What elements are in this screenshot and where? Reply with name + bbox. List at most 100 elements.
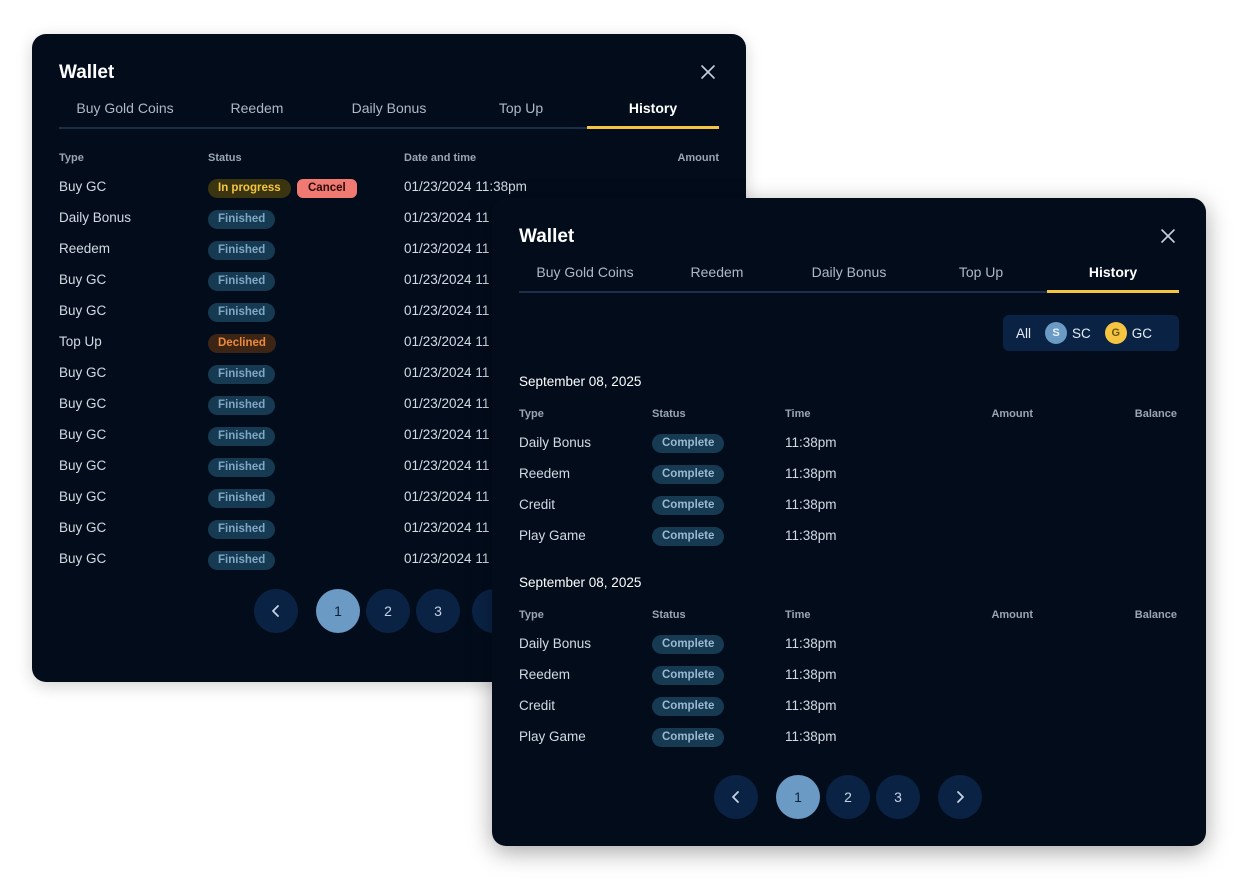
- tab-history[interactable]: History: [1047, 258, 1179, 293]
- row-datetime: 01/23/2024 11: [404, 396, 490, 411]
- status-badge: In progress: [208, 179, 291, 198]
- column-header-time: Time: [785, 408, 811, 420]
- row-type: Daily Bonus: [59, 210, 132, 225]
- filter-sc[interactable]: S SC: [1045, 322, 1091, 344]
- group-date: September 08, 2025: [519, 575, 642, 590]
- column-header-time: Time: [785, 609, 811, 621]
- row-time: 11:38pm: [785, 667, 837, 682]
- row-type: Buy GC: [59, 179, 107, 194]
- cancel-button[interactable]: Cancel: [297, 179, 357, 198]
- page-button-2[interactable]: 2: [826, 775, 870, 819]
- row-datetime: 01/23/2024 11: [404, 427, 490, 442]
- tab-history[interactable]: History: [587, 94, 719, 129]
- row-datetime: 01/23/2024 11: [404, 489, 490, 504]
- row-time: 11:38pm: [785, 466, 837, 481]
- row-time: 11:38pm: [785, 497, 837, 512]
- row-time: 11:38pm: [785, 636, 837, 651]
- wallet-panel-front: Wallet Buy Gold Coins Reedem Daily Bonus…: [492, 198, 1206, 846]
- column-header-status: Status: [652, 408, 686, 420]
- page-button-3[interactable]: 3: [876, 775, 920, 819]
- row-type: Buy GC: [59, 365, 107, 380]
- status-badge: Finished: [208, 427, 276, 446]
- row-type: Buy GC: [59, 458, 107, 473]
- prev-page-button[interactable]: [254, 589, 298, 633]
- row-type: Buy GC: [59, 551, 107, 566]
- row-type: Reedem: [519, 667, 571, 682]
- status-badge: Complete: [652, 496, 725, 515]
- tab-daily-bonus[interactable]: Daily Bonus: [323, 94, 455, 127]
- next-page-button[interactable]: [938, 775, 982, 819]
- row-time: 11:38pm: [785, 528, 837, 543]
- row-type: Reedem: [59, 241, 111, 256]
- row-datetime: 01/23/2024 11: [404, 303, 490, 318]
- sweep-coin-icon: S: [1045, 322, 1068, 344]
- column-header-balance: Balance: [1134, 609, 1177, 621]
- tab-daily-bonus[interactable]: Daily Bonus: [783, 258, 915, 291]
- status-badge: Complete: [652, 666, 725, 685]
- filter-gc-label: GC: [1131, 325, 1153, 341]
- column-header-datetime: Date and time: [404, 152, 477, 164]
- row-datetime: 01/23/2024 11: [404, 365, 490, 380]
- filter-sc-label: SC: [1072, 325, 1091, 341]
- filter-all[interactable]: All: [1016, 326, 1031, 341]
- row-type: Play Game: [519, 528, 586, 543]
- page-button-1[interactable]: 1: [776, 775, 820, 819]
- status-badge: Complete: [652, 635, 725, 654]
- tab-reedem[interactable]: Reedem: [191, 94, 323, 127]
- status-badge: Complete: [652, 434, 725, 453]
- column-header-status: Status: [652, 609, 686, 621]
- row-type: Buy GC: [59, 303, 107, 318]
- status-badge: Finished: [208, 551, 276, 570]
- page-button-2[interactable]: 2: [366, 589, 410, 633]
- row-datetime: 01/23/2024 11: [404, 458, 490, 473]
- status-badge: Complete: [652, 527, 725, 546]
- status-badge: Finished: [208, 458, 276, 477]
- row-type: Credit: [519, 698, 556, 713]
- status-badge: Finished: [208, 303, 276, 322]
- status-badge: Complete: [652, 465, 725, 484]
- row-datetime: 01/23/2024 11: [404, 520, 490, 535]
- filter-gc[interactable]: G GC: [1104, 322, 1153, 344]
- row-type: Buy GC: [59, 272, 107, 287]
- gold-coin-icon: G: [1104, 322, 1127, 344]
- column-header-balance: Balance: [1134, 408, 1177, 420]
- column-header-type: Type: [519, 609, 544, 621]
- tab-top-up[interactable]: Top Up: [915, 258, 1047, 291]
- status-badge: Complete: [652, 728, 725, 747]
- wallet-title: Wallet: [519, 226, 575, 247]
- tab-buy-gold-coins[interactable]: Buy Gold Coins: [519, 258, 651, 291]
- close-icon[interactable]: [700, 64, 716, 80]
- row-type: Daily Bonus: [519, 636, 592, 651]
- row-datetime: 01/23/2024 11:38pm: [404, 179, 527, 194]
- row-time: 11:38pm: [785, 729, 837, 744]
- tab-top-up[interactable]: Top Up: [455, 94, 587, 127]
- prev-page-button[interactable]: [714, 775, 758, 819]
- status-badge: Finished: [208, 272, 276, 291]
- row-type: Buy GC: [59, 427, 107, 442]
- pagination-front: 1 2 3: [714, 775, 982, 819]
- column-header-amount: Amount: [991, 609, 1033, 621]
- row-type: Buy GC: [59, 489, 107, 504]
- page-button-3[interactable]: 3: [416, 589, 460, 633]
- status-badge: Finished: [208, 241, 276, 260]
- group-date: September 08, 2025: [519, 374, 642, 389]
- status-badge: Finished: [208, 520, 276, 539]
- row-type: Daily Bonus: [519, 435, 592, 450]
- row-time: 11:38pm: [785, 698, 837, 713]
- row-time: 11:38pm: [785, 435, 837, 450]
- column-header-type: Type: [59, 152, 84, 164]
- status-badge: Finished: [208, 396, 276, 415]
- chevron-right-icon: [957, 791, 964, 803]
- status-badge: Finished: [208, 210, 276, 229]
- close-icon[interactable]: [1160, 228, 1176, 244]
- row-datetime: 01/23/2024 11: [404, 241, 490, 256]
- status-badge: Declined: [208, 334, 276, 353]
- tab-reedem[interactable]: Reedem: [651, 258, 783, 291]
- wallet-title: Wallet: [59, 62, 115, 83]
- column-header-amount: Amount: [991, 408, 1033, 420]
- status-badge: Finished: [208, 489, 276, 508]
- page-button-1[interactable]: 1: [316, 589, 360, 633]
- tab-buy-gold-coins[interactable]: Buy Gold Coins: [59, 94, 191, 127]
- status-badge: Finished: [208, 365, 276, 384]
- chevron-left-icon: [272, 605, 279, 617]
